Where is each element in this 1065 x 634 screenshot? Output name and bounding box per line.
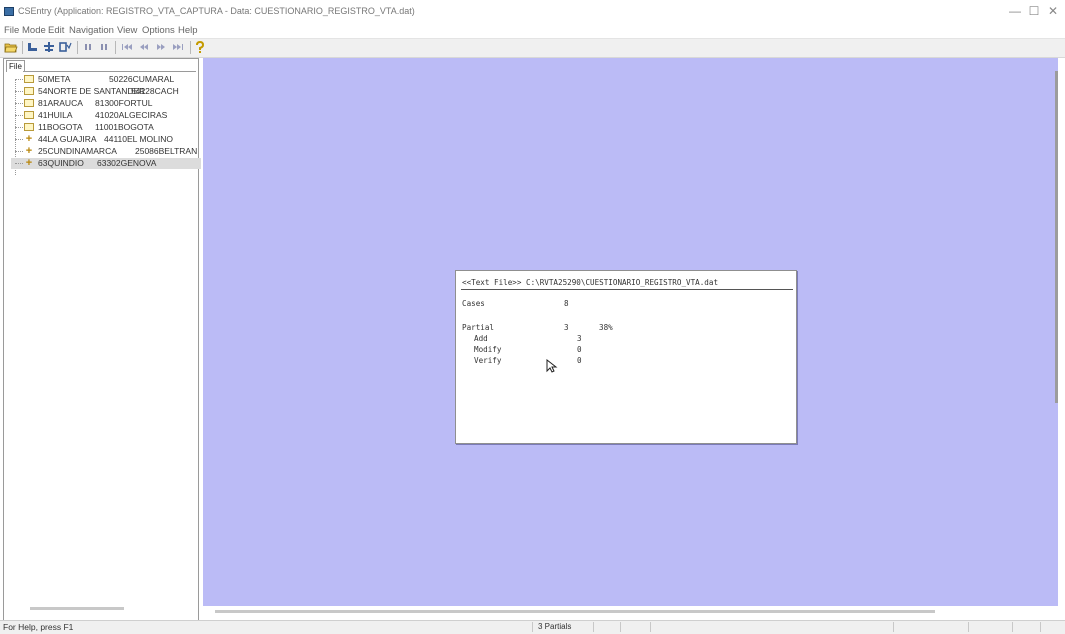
tree-item[interactable]: 11BOGOTA 11001BOGOTA bbox=[11, 122, 201, 133]
stop-icon[interactable] bbox=[98, 41, 110, 54]
mouse-cursor-icon bbox=[546, 358, 558, 373]
window-title: CSEntry (Application: REGISTRO_VTA_CAPTU… bbox=[18, 6, 415, 16]
menu-bar: File Mode Edit Navigation View Options H… bbox=[0, 23, 1065, 38]
menu-file[interactable]: File bbox=[4, 25, 19, 36]
toolbar bbox=[0, 38, 1065, 58]
tree-item[interactable]: + 25CUNDINAMARCA 25086BELTRAN bbox=[11, 146, 201, 157]
help-icon[interactable] bbox=[194, 40, 206, 54]
status-bar: For Help, press F1 3 Partials bbox=[0, 620, 1065, 634]
pause-icon[interactable] bbox=[82, 41, 94, 54]
next-icon[interactable] bbox=[154, 41, 168, 54]
title-bar: CSEntry (Application: REGISTRO_VTA_CAPTU… bbox=[0, 0, 1065, 24]
tree-item-selected[interactable]: + 63QUINDIO 63302GENOVA bbox=[11, 158, 201, 169]
verify-value: 0 bbox=[577, 356, 582, 365]
partial-percent: 38% bbox=[599, 323, 613, 332]
modify-label: Modify bbox=[474, 345, 502, 354]
partial-value: 3 bbox=[564, 323, 569, 332]
menu-help[interactable]: Help bbox=[178, 25, 198, 36]
menu-view[interactable]: View bbox=[117, 25, 137, 36]
maximize-button[interactable]: ☐ bbox=[1024, 4, 1044, 18]
status-partials: 3 Partials bbox=[538, 622, 572, 631]
tree-item[interactable]: 54NORTE DE SANTANDER 54128CACH bbox=[11, 86, 201, 97]
verify-case-icon[interactable] bbox=[58, 41, 72, 54]
app-icon bbox=[4, 7, 14, 16]
last-icon[interactable] bbox=[171, 41, 185, 54]
previous-icon[interactable] bbox=[137, 41, 151, 54]
expand-plus-icon[interactable]: + bbox=[24, 146, 34, 157]
horizontal-scrollbar-track bbox=[203, 606, 1058, 620]
vertical-scrollbar[interactable] bbox=[1055, 71, 1058, 403]
partial-label: Partial bbox=[462, 323, 495, 332]
expand-plus-icon[interactable]: + bbox=[24, 158, 34, 169]
expand-plus-icon[interactable]: + bbox=[24, 134, 34, 145]
add-value: 3 bbox=[577, 334, 582, 343]
menu-edit[interactable]: Edit bbox=[48, 25, 64, 36]
horizontal-scrollbar[interactable] bbox=[215, 610, 935, 613]
open-icon[interactable] bbox=[4, 41, 18, 54]
case-icon bbox=[24, 75, 34, 83]
menu-options[interactable]: Options bbox=[142, 25, 175, 36]
add-label: Add bbox=[474, 334, 488, 343]
tree-item[interactable]: 50META 50226CUMARAL bbox=[11, 74, 201, 85]
menu-mode[interactable]: Mode bbox=[22, 25, 46, 36]
file-statistics-panel: <<Text File>> C:\RVTA25290\CUESTIONARIO_… bbox=[455, 270, 797, 444]
tree-item[interactable]: + 44LA GUAJIRA 44110EL MOLINO bbox=[11, 134, 201, 145]
cases-label: Cases bbox=[462, 299, 485, 308]
case-icon bbox=[24, 87, 34, 95]
cases-value: 8 bbox=[564, 299, 569, 308]
tree-item[interactable]: 41HUILA 41020ALGECIRAS bbox=[11, 110, 201, 121]
header-underline bbox=[461, 289, 793, 290]
first-icon[interactable] bbox=[120, 41, 134, 54]
modify-value: 0 bbox=[577, 345, 582, 354]
menu-navigation[interactable]: Navigation bbox=[69, 25, 114, 36]
case-icon bbox=[24, 111, 34, 119]
minimize-button[interactable]: — bbox=[1005, 4, 1025, 18]
case-tree-panel: File 50META 50226CUMARAL 54NORTE DE SANT… bbox=[3, 58, 201, 622]
modify-case-icon[interactable] bbox=[42, 41, 56, 54]
case-icon bbox=[24, 123, 34, 131]
case-icon bbox=[24, 99, 34, 107]
tree-horizontal-scrollbar[interactable] bbox=[30, 607, 124, 610]
status-help-text: For Help, press F1 bbox=[3, 622, 74, 632]
close-button[interactable]: ✕ bbox=[1043, 4, 1063, 18]
data-file-header: <<Text File>> C:\RVTA25290\CUESTIONARIO_… bbox=[462, 278, 719, 287]
tree-item[interactable]: 81ARAUCA 81300FORTUL bbox=[11, 98, 201, 109]
tab-divider bbox=[23, 71, 196, 72]
verify-label: Verify bbox=[474, 356, 502, 365]
add-case-icon[interactable] bbox=[26, 41, 40, 54]
